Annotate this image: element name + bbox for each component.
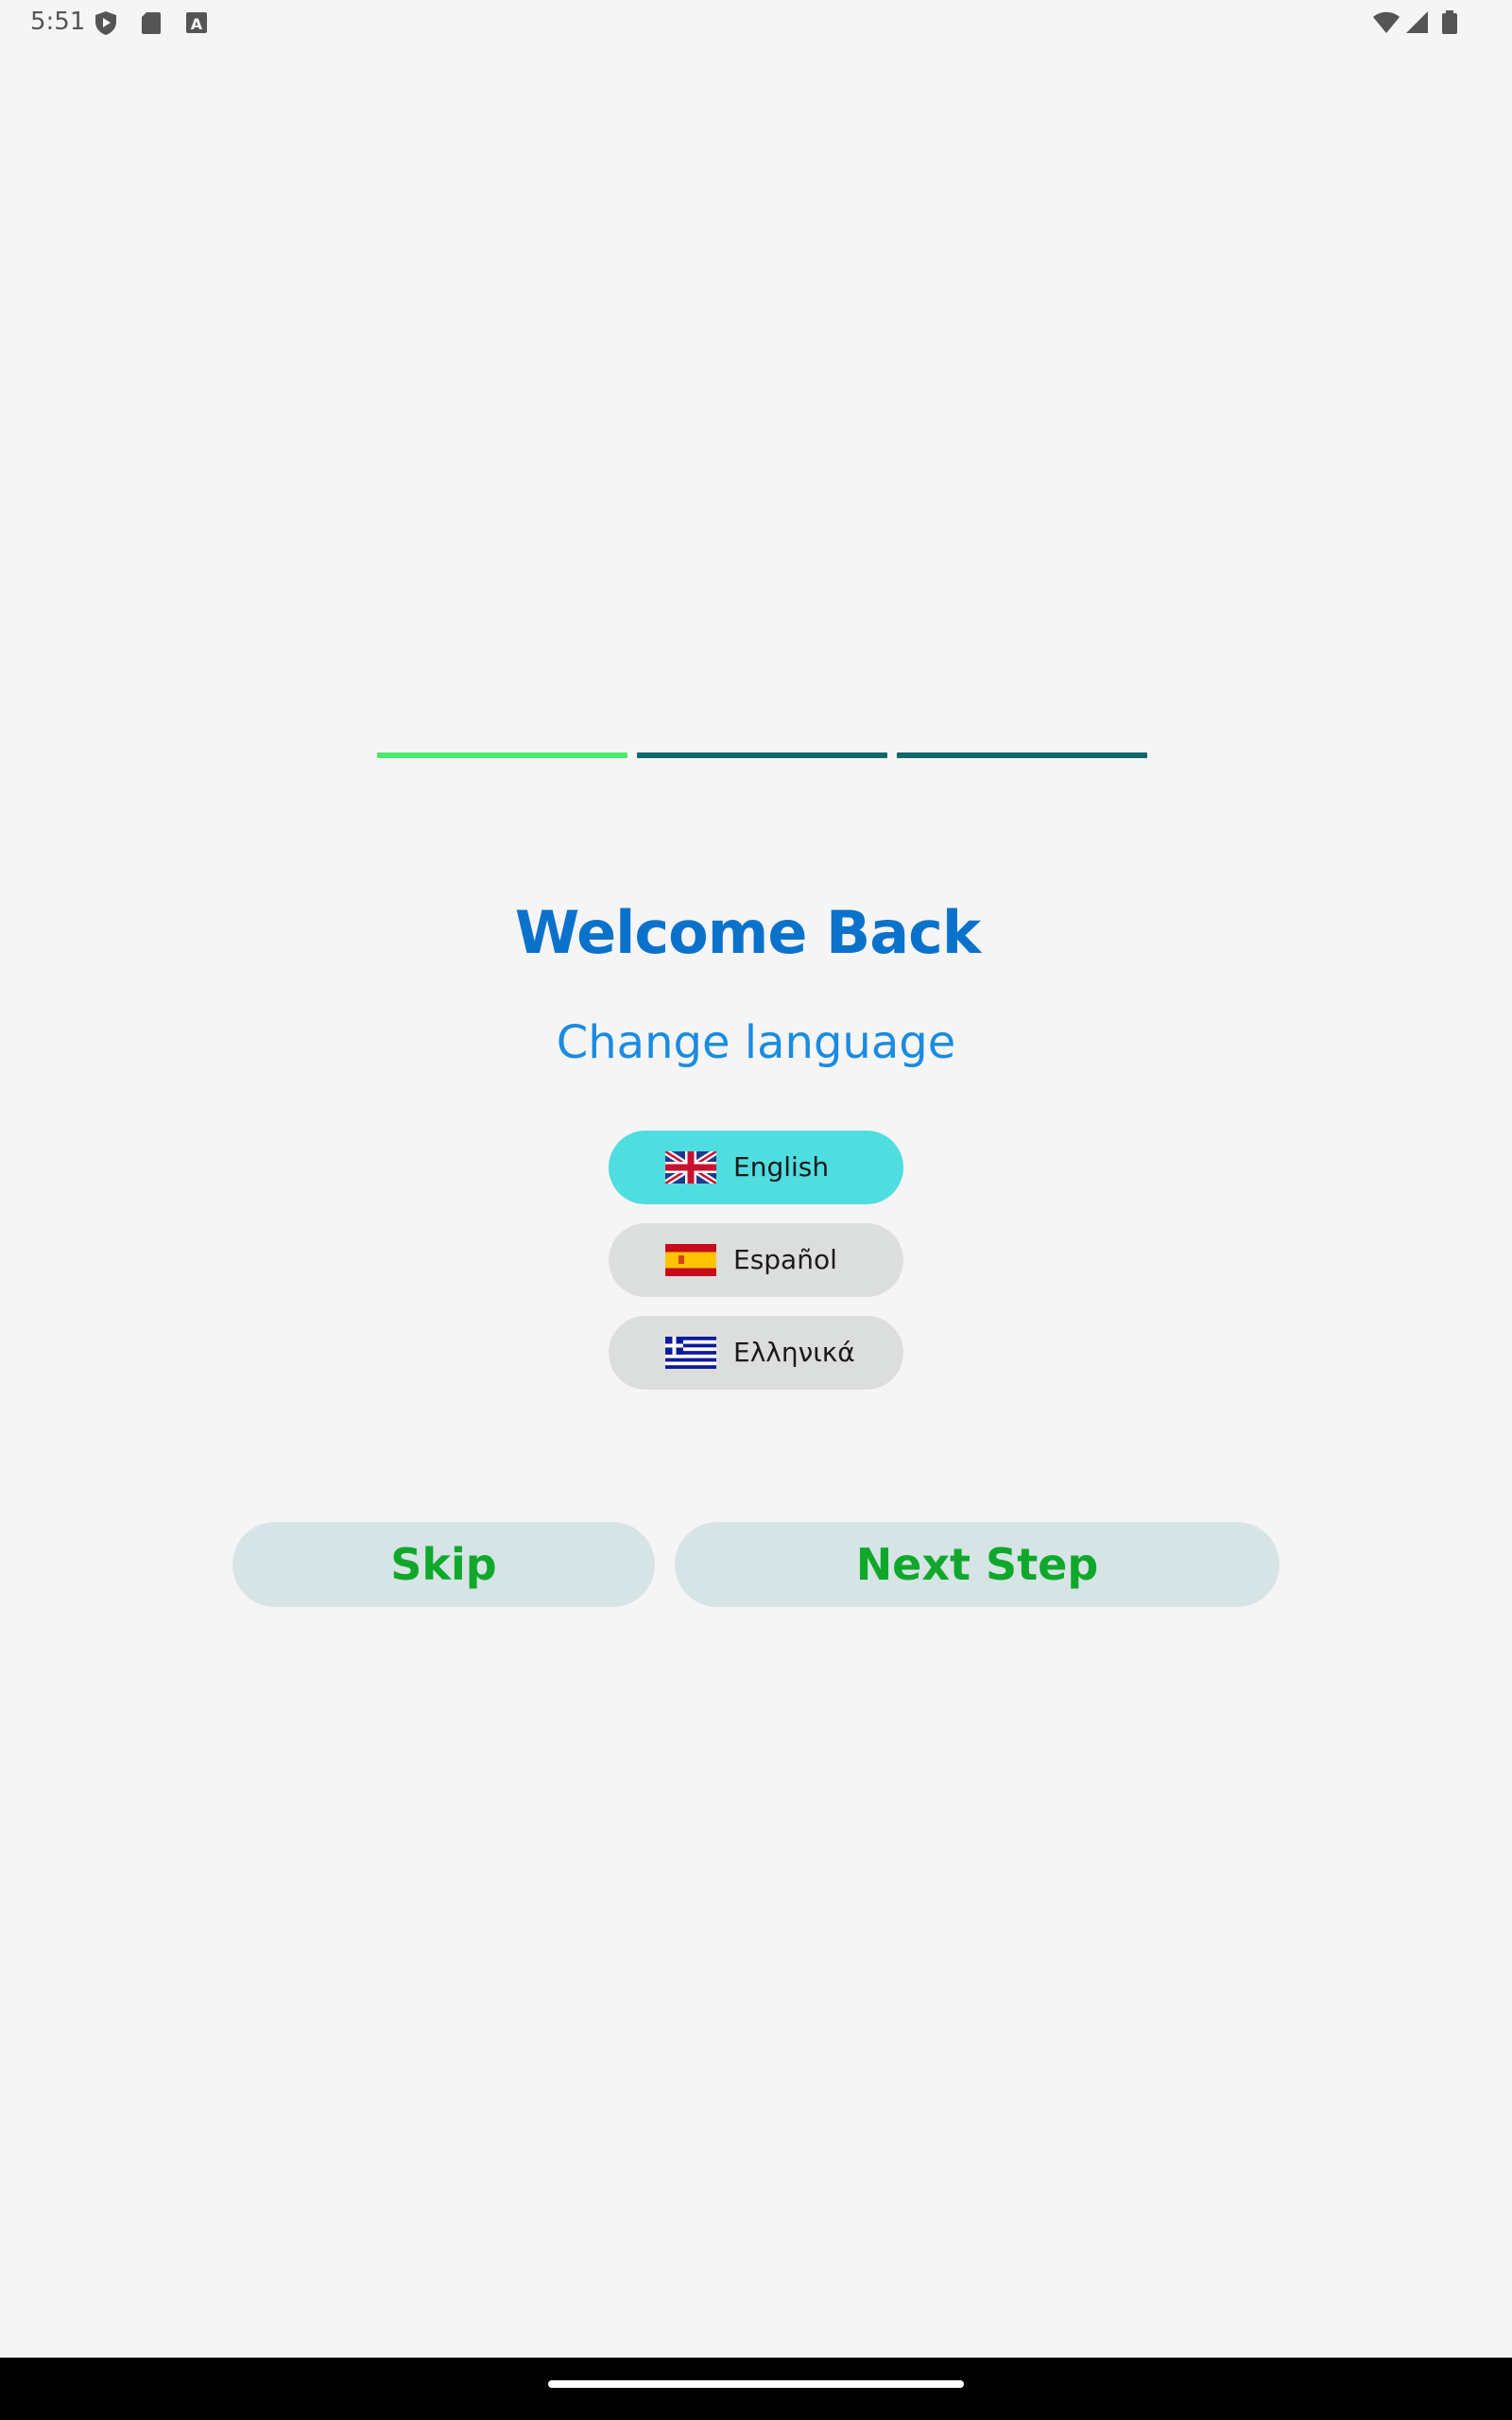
home-gesture-handle[interactable]: [548, 2380, 964, 2388]
battery-icon: [1440, 9, 1467, 36]
step-progress-indicator: [377, 752, 1147, 758]
uk-flag-icon: [663, 1149, 718, 1186]
signal-icon: [1404, 9, 1431, 36]
svg-text:A: A: [191, 15, 203, 33]
language-option-greek[interactable]: Ελληνικά: [609, 1316, 903, 1390]
next-step-button[interactable]: Next Step: [675, 1522, 1280, 1607]
wifi-icon: [1372, 9, 1400, 36]
progress-step-1: [377, 752, 627, 758]
progress-step-3: [897, 752, 1147, 758]
status-time: 5:51: [30, 8, 86, 36]
page-title: Welcome Back: [514, 898, 981, 967]
text-a-icon: A: [183, 9, 210, 36]
language-label: Ελληνικά: [733, 1337, 855, 1368]
system-navigation-bar: [0, 2358, 1512, 2420]
shield-play-icon: [93, 9, 119, 36]
spain-flag-icon: [665, 1244, 716, 1276]
skip-button[interactable]: Skip: [232, 1522, 655, 1607]
page-subtitle: Change language: [556, 1016, 956, 1069]
language-option-english[interactable]: English: [609, 1131, 903, 1204]
greece-flag-icon: [665, 1337, 716, 1369]
sd-card-icon: [138, 9, 164, 36]
language-label: Español: [733, 1244, 837, 1275]
progress-step-2: [637, 752, 887, 758]
status-bar: 5:51 A: [0, 0, 1512, 45]
language-label: English: [733, 1151, 830, 1183]
language-option-spanish[interactable]: Español: [609, 1223, 903, 1297]
